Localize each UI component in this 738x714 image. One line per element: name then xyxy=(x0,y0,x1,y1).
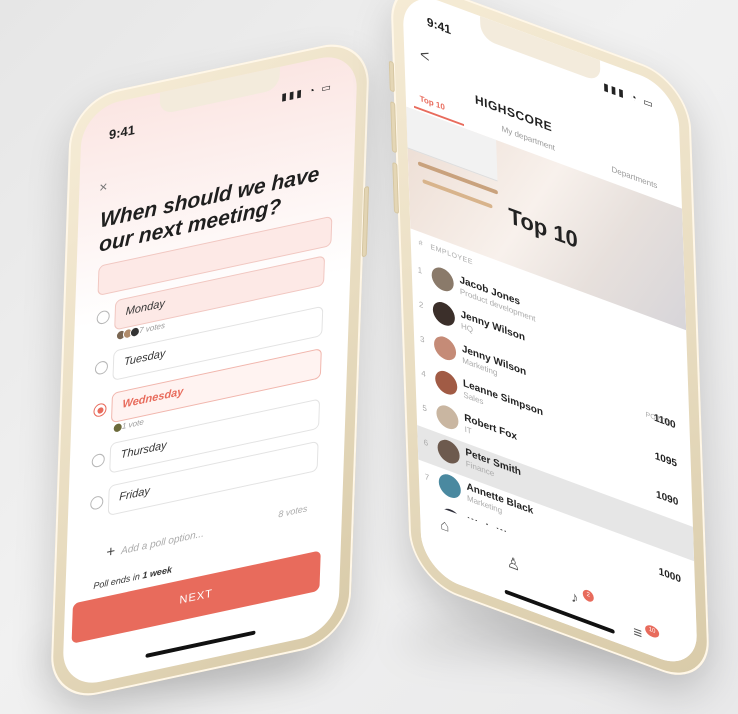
row-rank: 3 xyxy=(419,334,425,345)
radio-button[interactable] xyxy=(91,452,105,469)
radio-button[interactable] xyxy=(94,359,109,376)
option-label: Thursday xyxy=(120,439,167,462)
phone-side-button xyxy=(388,60,395,93)
option-label: Friday xyxy=(119,484,151,504)
notch xyxy=(159,66,281,115)
poll-ends-value: 1 week xyxy=(142,564,173,581)
add-option-input[interactable]: + Add a poll option... xyxy=(106,523,204,561)
avatar xyxy=(431,264,455,295)
row-rank: 1 xyxy=(417,265,423,276)
row-rank: 6 xyxy=(423,437,429,449)
profile-icon[interactable]: ♙ xyxy=(506,552,520,575)
option-label: Monday xyxy=(125,297,166,319)
phone-side-button xyxy=(361,185,370,258)
plus-icon: + xyxy=(106,542,116,562)
avatar xyxy=(437,436,460,467)
row-department: IT xyxy=(464,424,472,437)
add-option-placeholder: Add a poll option... xyxy=(120,528,205,558)
bell-icon[interactable]: ♪ xyxy=(571,588,579,608)
notch xyxy=(479,15,601,83)
radio-button[interactable] xyxy=(90,494,104,511)
phone-highscore: 9:41 ▮▮▮ ◔ ▭ < HIGHSCORE Top 10 My depar… xyxy=(388,0,711,690)
row-rank: 7 xyxy=(424,471,430,483)
option-label: Tuesday xyxy=(123,347,166,369)
menu-icon[interactable]: ≡ xyxy=(633,623,642,643)
poll-screen: 9:41 ▮▮▮ ◔ ▭ × When should we have our n… xyxy=(62,50,358,690)
phone-side-button xyxy=(390,100,397,154)
avatar xyxy=(436,402,459,433)
back-button[interactable]: < xyxy=(420,46,430,68)
row-rank: 2 xyxy=(418,299,424,311)
row-rank: 4 xyxy=(421,368,426,380)
phone-side-button xyxy=(392,161,399,215)
radio-button-selected[interactable] xyxy=(93,402,107,419)
phone-poll: 9:41 ▮▮▮ ◔ ▭ × When should we have our n… xyxy=(49,35,371,705)
hero-title: Top 10 xyxy=(508,202,579,254)
option-label: Wednesday xyxy=(122,385,184,411)
row-rank: 5 xyxy=(422,402,428,414)
poll-ends-prefix: Poll ends in xyxy=(93,571,141,592)
home-indicator xyxy=(145,630,256,659)
avatar xyxy=(433,333,457,364)
menu-badge: 10 xyxy=(644,623,660,640)
col-rank: # xyxy=(418,239,424,249)
avatar xyxy=(432,298,456,330)
radio-button[interactable] xyxy=(96,309,110,326)
highscore-screen: 9:41 ▮▮▮ ◔ ▭ < HIGHSCORE Top 10 My depar… xyxy=(402,0,698,673)
home-icon[interactable]: ⌂ xyxy=(440,516,450,537)
status-icons: ▮▮▮ ◔ ▭ xyxy=(281,81,334,104)
status-time: 9:41 xyxy=(426,14,452,38)
close-button[interactable]: × xyxy=(99,178,108,196)
notification-badge: 2 xyxy=(582,588,594,604)
pen-image xyxy=(422,178,493,209)
next-button[interactable]: NEXT xyxy=(71,550,321,644)
total-votes: 8 votes xyxy=(278,503,308,520)
avatar xyxy=(434,367,458,398)
status-time: 9:41 xyxy=(108,121,136,143)
avatar xyxy=(438,470,462,502)
status-icons: ▮▮▮ ◔ ▭ xyxy=(603,81,655,112)
